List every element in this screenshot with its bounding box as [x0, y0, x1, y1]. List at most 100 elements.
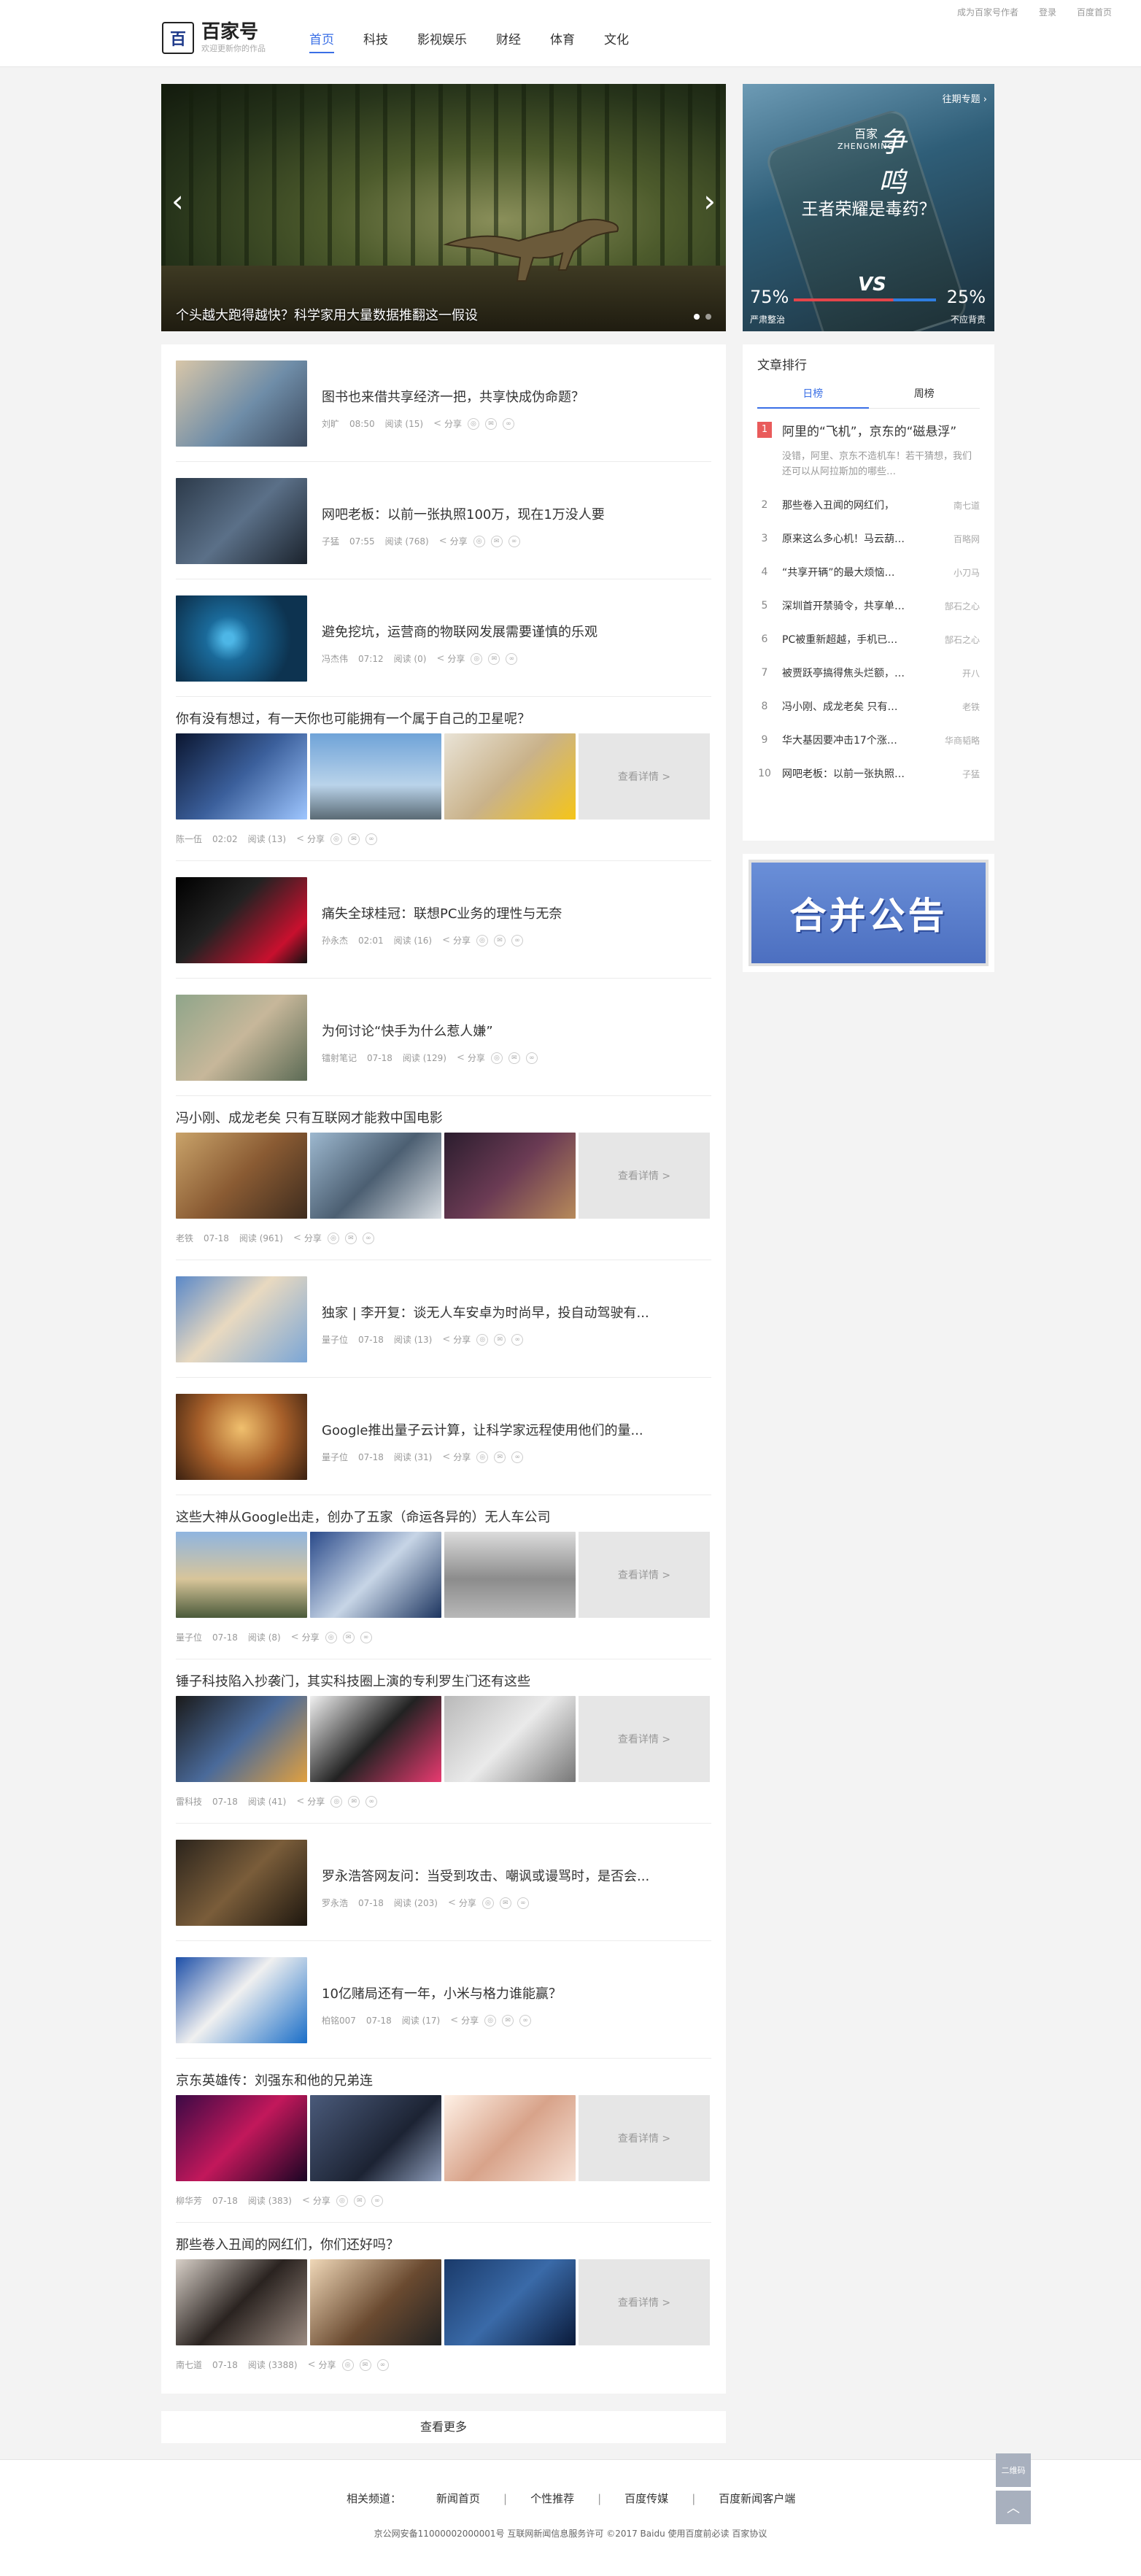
ranking-row[interactable]: 8 冯小刚、成龙老矣 只有… 老铁 — [757, 690, 980, 723]
list-item[interactable]: 你有没有想过，有一天你也可能拥有一个属于自己的卫星呢？ 查看详情 > 陈一伍 0… — [176, 697, 711, 861]
share-control[interactable]: < 分享 ◎ ✉ ∞ — [442, 1333, 524, 1346]
nav-tech[interactable]: 科技 — [363, 29, 388, 53]
author[interactable]: 陈一伍 — [176, 833, 202, 845]
ranking-row[interactable]: 10 网吧老板：以前一张执照… 子猛 — [757, 757, 980, 790]
weibo-icon[interactable]: ✉ — [508, 1052, 520, 1064]
weibo-icon[interactable]: ✉ — [344, 1232, 357, 1244]
article-thumbnail[interactable] — [176, 2095, 307, 2181]
ranking-row[interactable]: 4 “共享开辆”的最大烦恼… 小刀马 — [757, 555, 980, 589]
qq-icon[interactable]: ◎ — [341, 2359, 354, 2371]
author[interactable]: 量子位 — [176, 1631, 202, 1643]
list-item[interactable]: 罗永浩答网友问：当受到攻击、嘲讽或谩骂时，是否会... 罗永浩 07-18 阅读… — [176, 1824, 711, 1941]
rank-title[interactable]: 网吧老板：以前一张执照… — [782, 766, 918, 781]
article-title[interactable]: Google推出量子云计算，让科学家远程使用他们的量... — [322, 1420, 716, 1439]
share-control[interactable]: < 分享 ◎ ✉ ∞ — [433, 417, 514, 430]
article-thumbnail[interactable] — [310, 1696, 441, 1782]
ranking-row[interactable]: 7 被贾跃亭搞得焦头烂额，… 开八 — [757, 656, 980, 690]
share-control[interactable]: < 分享 ◎ ✉ ∞ — [450, 2014, 532, 2027]
ranking-top-item[interactable]: 1 阿里的“飞机”，京东的“磁悬浮” 没错，阿里、京东不造机车！若干猜想，我们还… — [757, 422, 980, 479]
share-control[interactable]: < 分享 ◎ ✉ ∞ — [436, 652, 518, 665]
article-title[interactable]: 独家 | 李开复：谈无人车安卓为时尚早，投自动驾驶有... — [322, 1303, 716, 1322]
hero-dot-1[interactable] — [694, 314, 700, 320]
author[interactable]: 冯杰伟 — [322, 652, 348, 665]
link-icon[interactable]: ∞ — [376, 2359, 389, 2371]
list-item[interactable]: 独家 | 李开复：谈无人车安卓为时尚早，投自动驾驶有... 量子位 07-18 … — [176, 1260, 711, 1378]
share-control[interactable]: < 分享 ◎ ✉ ∞ — [293, 1232, 374, 1244]
article-title[interactable]: 冯小刚、成龙老矣 只有互联网才能救中国电影 — [176, 1108, 443, 1127]
tab-weekly[interactable]: 周榜 — [869, 386, 981, 408]
nav-finance[interactable]: 财经 — [496, 29, 521, 53]
hero-next-arrow[interactable]: › — [703, 186, 716, 217]
qq-icon[interactable]: ◎ — [330, 1795, 343, 1808]
list-item[interactable]: 为何讨论“快手为什么惹人嫌” 镭射笔记 07-18 阅读 (129) < 分享 ◎ ✉… — [176, 979, 711, 1096]
article-thumbnail[interactable] — [176, 2259, 307, 2345]
article-thumbnail[interactable] — [444, 1133, 576, 1219]
article-thumbnail[interactable] — [310, 2259, 441, 2345]
share-control[interactable]: < 分享 ◎ ✉ ∞ — [448, 1897, 529, 1909]
baidu-home-link[interactable]: 百度首页 — [1077, 6, 1112, 18]
link-icon[interactable]: ∞ — [371, 2194, 383, 2207]
view-details-button[interactable]: 查看详情 > — [579, 2259, 710, 2345]
weibo-icon[interactable]: ✉ — [493, 934, 506, 946]
article-title[interactable]: 罗永浩答网友问：当受到攻击、嘲讽或谩骂时，是否会... — [322, 1866, 716, 1885]
link-icon[interactable]: ∞ — [362, 1232, 374, 1244]
share-control[interactable]: < 分享 ◎ ✉ ∞ — [442, 1451, 524, 1463]
ranking-row[interactable]: 3 原来这么多心机！马云葫… 百略网 — [757, 522, 980, 555]
link-icon[interactable]: ∞ — [365, 833, 377, 845]
qq-icon[interactable]: ◎ — [476, 1451, 489, 1463]
share-control[interactable]: < 分享 ◎ ✉ ∞ — [457, 1052, 538, 1064]
rank-title[interactable]: PC被重新超越，手机已… — [782, 632, 918, 647]
qq-icon[interactable]: ◎ — [336, 2194, 348, 2207]
link-icon[interactable]: ∞ — [511, 1451, 524, 1463]
weibo-icon[interactable]: ✉ — [484, 417, 497, 430]
author[interactable]: 孙永杰 — [322, 934, 348, 946]
qq-icon[interactable]: ◎ — [476, 1333, 489, 1346]
author[interactable]: 量子位 — [322, 1333, 348, 1346]
view-details-button[interactable]: 查看详情 > — [579, 1696, 710, 1782]
list-item[interactable]: 网吧老板：以前一张执照100万，现在1万没人要 子猛 07:55 阅读 (768… — [176, 462, 711, 579]
nav-culture[interactable]: 文化 — [604, 29, 629, 53]
article-thumbnail[interactable] — [444, 733, 576, 820]
share-control[interactable]: < 分享 ◎ ✉ ∞ — [442, 934, 523, 946]
ranking-row[interactable]: 2 那些卷入丑闻的网红们， 南七道 — [757, 488, 980, 522]
rank-title[interactable]: 原来这么多心机！马云葫… — [782, 531, 918, 546]
share-control[interactable]: < 分享 ◎ ✉ ∞ — [296, 833, 377, 845]
list-item[interactable]: 锤子科技陷入抄袭门，其实科技圈上演的专利罗生门还有这些 查看详情 > 雷科技 0… — [176, 1659, 711, 1824]
weibo-icon[interactable]: ✉ — [494, 1333, 506, 1346]
weibo-icon[interactable]: ✉ — [494, 1451, 506, 1463]
article-thumbnail[interactable] — [176, 1696, 307, 1782]
view-details-button[interactable]: 查看详情 > — [579, 1532, 710, 1618]
qq-icon[interactable]: ◎ — [476, 934, 488, 946]
share-control[interactable]: < 分享 ◎ ✉ ∞ — [296, 1795, 378, 1808]
article-thumbnail[interactable] — [310, 1133, 441, 1219]
author[interactable]: 镭射笔记 — [322, 1052, 357, 1064]
hero-dot-2[interactable] — [705, 314, 711, 320]
site-logo[interactable]: 百 百家号 欢迎更新你的作品 — [162, 22, 266, 54]
list-item[interactable]: Google推出量子云计算，让科学家远程使用他们的量... 量子位 07-18 … — [176, 1378, 711, 1495]
article-thumbnail[interactable] — [176, 1532, 307, 1618]
hero-prev-arrow[interactable]: ‹ — [171, 186, 184, 217]
weibo-icon[interactable]: ✉ — [499, 1897, 511, 1909]
ranking-row[interactable]: 6 PC被重新超越，手机已… 郜石之心 — [757, 622, 980, 656]
view-details-button[interactable]: 查看详情 > — [579, 2095, 710, 2181]
qq-icon[interactable]: ◎ — [467, 417, 479, 430]
article-thumbnail[interactable] — [176, 877, 307, 963]
weibo-icon[interactable]: ✉ — [490, 535, 503, 547]
list-item[interactable]: 这些大神从Google出走，创办了五家（命运各异的）无人车公司 查看详情 > 量… — [176, 1495, 711, 1659]
share-control[interactable]: < 分享 ◎ ✉ ∞ — [291, 1631, 372, 1643]
rank-title[interactable]: 被贾跃亭搞得焦头烂额，… — [782, 666, 918, 680]
article-title[interactable]: 锤子科技陷入抄袭门，其实科技圈上演的专利罗生门还有这些 — [176, 1671, 530, 1690]
qq-icon[interactable]: ◎ — [484, 2014, 497, 2027]
rank-title[interactable]: 华大基因要冲击17个涨… — [782, 733, 918, 747]
link-icon[interactable]: ∞ — [506, 652, 518, 665]
ranking-top-title[interactable]: 阿里的“飞机”，京东的“磁悬浮” — [782, 422, 980, 443]
article-title[interactable]: 这些大神从Google出走，创办了五家（命运各异的）无人车公司 — [176, 1507, 550, 1526]
login-link[interactable]: 登录 — [1039, 6, 1056, 18]
link-icon[interactable]: ∞ — [508, 535, 520, 547]
list-item[interactable]: 冯小刚、成龙老矣 只有互联网才能救中国电影 查看详情 > 老铁 07-18 阅读… — [176, 1096, 711, 1260]
share-control[interactable]: < 分享 ◎ ✉ ∞ — [308, 2359, 389, 2371]
article-thumbnail[interactable] — [444, 2259, 576, 2345]
list-item[interactable]: 10亿赌局还有一年，小米与格力谁能赢？ 柏铭007 07-18 阅读 (17) … — [176, 1941, 711, 2059]
article-thumbnail[interactable] — [176, 1394, 307, 1480]
qq-icon[interactable]: ◎ — [325, 1631, 337, 1643]
